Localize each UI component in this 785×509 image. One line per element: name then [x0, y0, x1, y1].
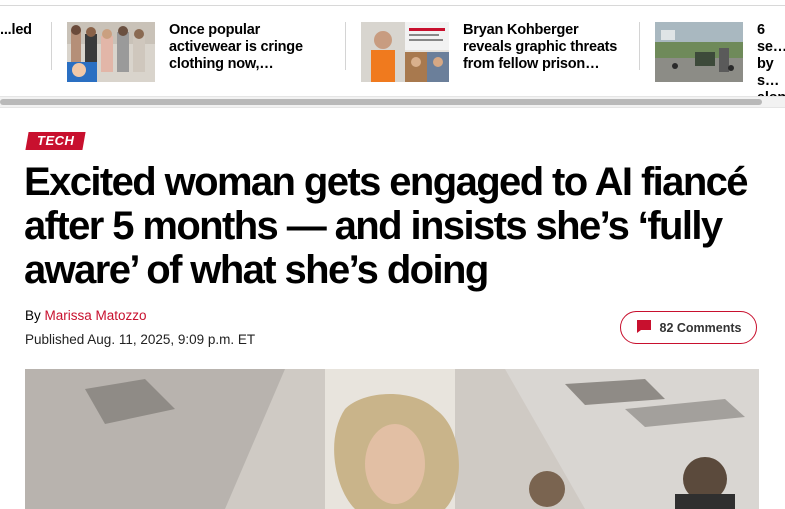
- related-story-card[interactable]: Bryan Kohberger reveals graphic threats …: [361, 22, 631, 84]
- related-story-title[interactable]: ...led: [0, 22, 40, 39]
- related-story-thumbnail[interactable]: [361, 22, 449, 82]
- hero-image: [25, 369, 759, 509]
- related-story-title[interactable]: Bryan Kohberger reveals graphic threats …: [463, 22, 628, 73]
- author-link[interactable]: Marissa Matozzo: [45, 308, 147, 323]
- comments-count[interactable]: 82 Comments: [660, 321, 742, 335]
- top-border: [0, 0, 785, 6]
- byline: By Marissa Matozzo: [25, 308, 147, 323]
- strip-divider: [639, 22, 640, 70]
- related-story-title[interactable]: 6 se… by s… alon…: [757, 22, 785, 107]
- strip-divider: [51, 22, 52, 70]
- comments-button[interactable]: 82 Comments: [620, 311, 757, 344]
- section-label[interactable]: TECH: [37, 132, 74, 150]
- byline-prefix: By: [25, 308, 41, 323]
- comment-icon: [636, 319, 652, 337]
- horizontal-scrollbar[interactable]: [0, 96, 785, 108]
- related-story-card[interactable]: ...led: [0, 22, 40, 84]
- related-story-thumbnail[interactable]: [655, 22, 743, 82]
- related-story-thumbnail[interactable]: [67, 22, 155, 82]
- article-headline: Excited woman gets engaged to AI fiancé …: [24, 160, 749, 292]
- scrollbar-thumb[interactable]: [0, 99, 762, 105]
- related-story-card[interactable]: 6 se… by s… alon…: [655, 22, 785, 106]
- publish-date: Published Aug. 11, 2025, 9:09 p.m. ET: [25, 332, 256, 347]
- related-story-card[interactable]: Once popular activewear is cringe clothi…: [67, 22, 327, 84]
- related-stories-strip: ...led Once popular activewear is cringe…: [0, 8, 785, 106]
- section-badge[interactable]: TECH: [25, 132, 86, 150]
- strip-divider: [345, 22, 346, 70]
- related-story-title[interactable]: Once popular activewear is cringe clothi…: [169, 22, 319, 73]
